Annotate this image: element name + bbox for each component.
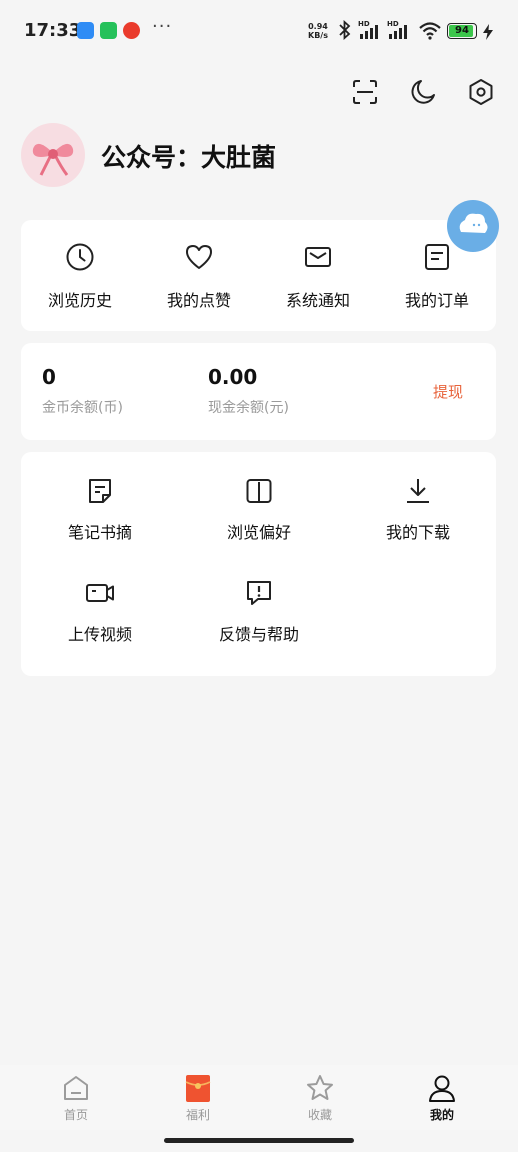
- tab-label: 我的: [429, 1108, 454, 1122]
- quick-action-label: 我的订单: [404, 291, 469, 310]
- quick-action-orders[interactable]: 我的订单: [378, 242, 496, 311]
- bottom-tab-bar: 首页 福利 收藏 我的: [0, 1065, 518, 1130]
- tool-label: 反馈与帮助: [218, 625, 299, 644]
- cash-balance[interactable]: 0.00 现金余额(元): [208, 365, 289, 417]
- bluetooth-icon: [339, 20, 351, 40]
- book-icon: [246, 479, 272, 503]
- tool-notes[interactable]: 笔记书摘: [40, 476, 160, 543]
- star-icon: [307, 1075, 333, 1100]
- battery-level: 94: [455, 25, 469, 36]
- cash-balance-label: 现金余额(元): [208, 400, 289, 416]
- feedback-icon: [247, 581, 271, 605]
- quick-action-label: 我的点赞: [166, 291, 231, 310]
- cloud-mascot-icon: [459, 213, 488, 233]
- red-envelope-icon: [185, 1075, 211, 1102]
- signal-1-icon: HD: [358, 20, 378, 39]
- tools-card: 笔记书摘 浏览偏好 我的下载 上传视频 反馈与帮助: [21, 452, 496, 676]
- avatar[interactable]: [21, 123, 85, 187]
- charging-icon: [483, 24, 493, 40]
- quick-action-label: 浏览历史: [47, 291, 112, 310]
- home-indicator[interactable]: [164, 1138, 354, 1143]
- tool-label: 笔记书摘: [67, 523, 132, 542]
- heart-icon: [186, 245, 212, 269]
- clock-icon: [66, 243, 94, 271]
- balance-card: 0 金币余额(币) 0.00 现金余额(元) 提现: [21, 343, 496, 440]
- more-notifications-icon: ···: [152, 16, 173, 37]
- tab-welfare[interactable]: 福利: [158, 1073, 238, 1123]
- signal-2-icon: HD: [387, 20, 407, 39]
- status-time: 17:33: [24, 20, 82, 41]
- tab-label: 福利: [185, 1108, 210, 1122]
- tool-label: 上传视频: [67, 625, 132, 644]
- tool-downloads[interactable]: 我的下载: [358, 476, 478, 543]
- quick-action-history[interactable]: 浏览历史: [21, 242, 139, 311]
- signal-2-tag: HD: [387, 20, 399, 28]
- quick-action-notifications[interactable]: 系统通知: [259, 242, 377, 311]
- home-icon: [64, 1076, 88, 1100]
- cash-balance-value: 0.00: [208, 365, 258, 389]
- profile-name[interactable]: 公众号：大肚菌: [101, 138, 276, 174]
- tool-preferences[interactable]: 浏览偏好: [199, 476, 319, 543]
- tool-upload-video[interactable]: 上传视频: [40, 578, 160, 645]
- moon-icon[interactable]: [409, 78, 437, 106]
- app-notification-icon: [77, 22, 94, 39]
- battery-indicator: 94: [447, 23, 477, 39]
- tab-favorites[interactable]: 收藏: [280, 1073, 360, 1123]
- quick-actions-card: 浏览历史 我的点赞 系统通知 我的订单: [21, 220, 496, 331]
- coin-balance[interactable]: 0 金币余额(币): [42, 365, 123, 417]
- status-bar: 17:33 ··· 0.94 KB/s HD HD 94: [0, 0, 518, 62]
- tab-label: 收藏: [307, 1108, 332, 1122]
- wechat-notification-icon: [100, 22, 117, 39]
- tool-label: 我的下载: [385, 523, 450, 542]
- network-speed: 0.94 KB/s: [308, 22, 328, 40]
- settings-hexagon-icon[interactable]: [467, 78, 495, 106]
- person-icon: [429, 1075, 455, 1102]
- signal-1-tag: HD: [358, 20, 370, 28]
- quick-action-label: 系统通知: [285, 291, 350, 310]
- floating-assistant-button[interactable]: [447, 200, 499, 252]
- withdraw-button[interactable]: 提现: [433, 381, 463, 402]
- coin-balance-label: 金币余额(币): [42, 400, 123, 416]
- music-notification-icon: [123, 22, 140, 39]
- tool-feedback[interactable]: 反馈与帮助: [199, 578, 319, 645]
- note-icon: [89, 479, 111, 503]
- coin-balance-value: 0: [42, 365, 56, 389]
- tool-label: 浏览偏好: [226, 523, 291, 542]
- tab-mine[interactable]: 我的: [402, 1073, 482, 1123]
- video-camera-icon: [86, 584, 114, 602]
- tab-label: 首页: [63, 1108, 88, 1122]
- wifi-icon: [419, 22, 441, 40]
- tab-home[interactable]: 首页: [36, 1073, 116, 1123]
- quick-action-likes[interactable]: 我的点赞: [140, 242, 258, 311]
- envelope-icon: [305, 247, 331, 267]
- download-icon: [407, 479, 429, 503]
- scan-icon[interactable]: [351, 78, 379, 106]
- bow-avatar-image: [32, 143, 74, 176]
